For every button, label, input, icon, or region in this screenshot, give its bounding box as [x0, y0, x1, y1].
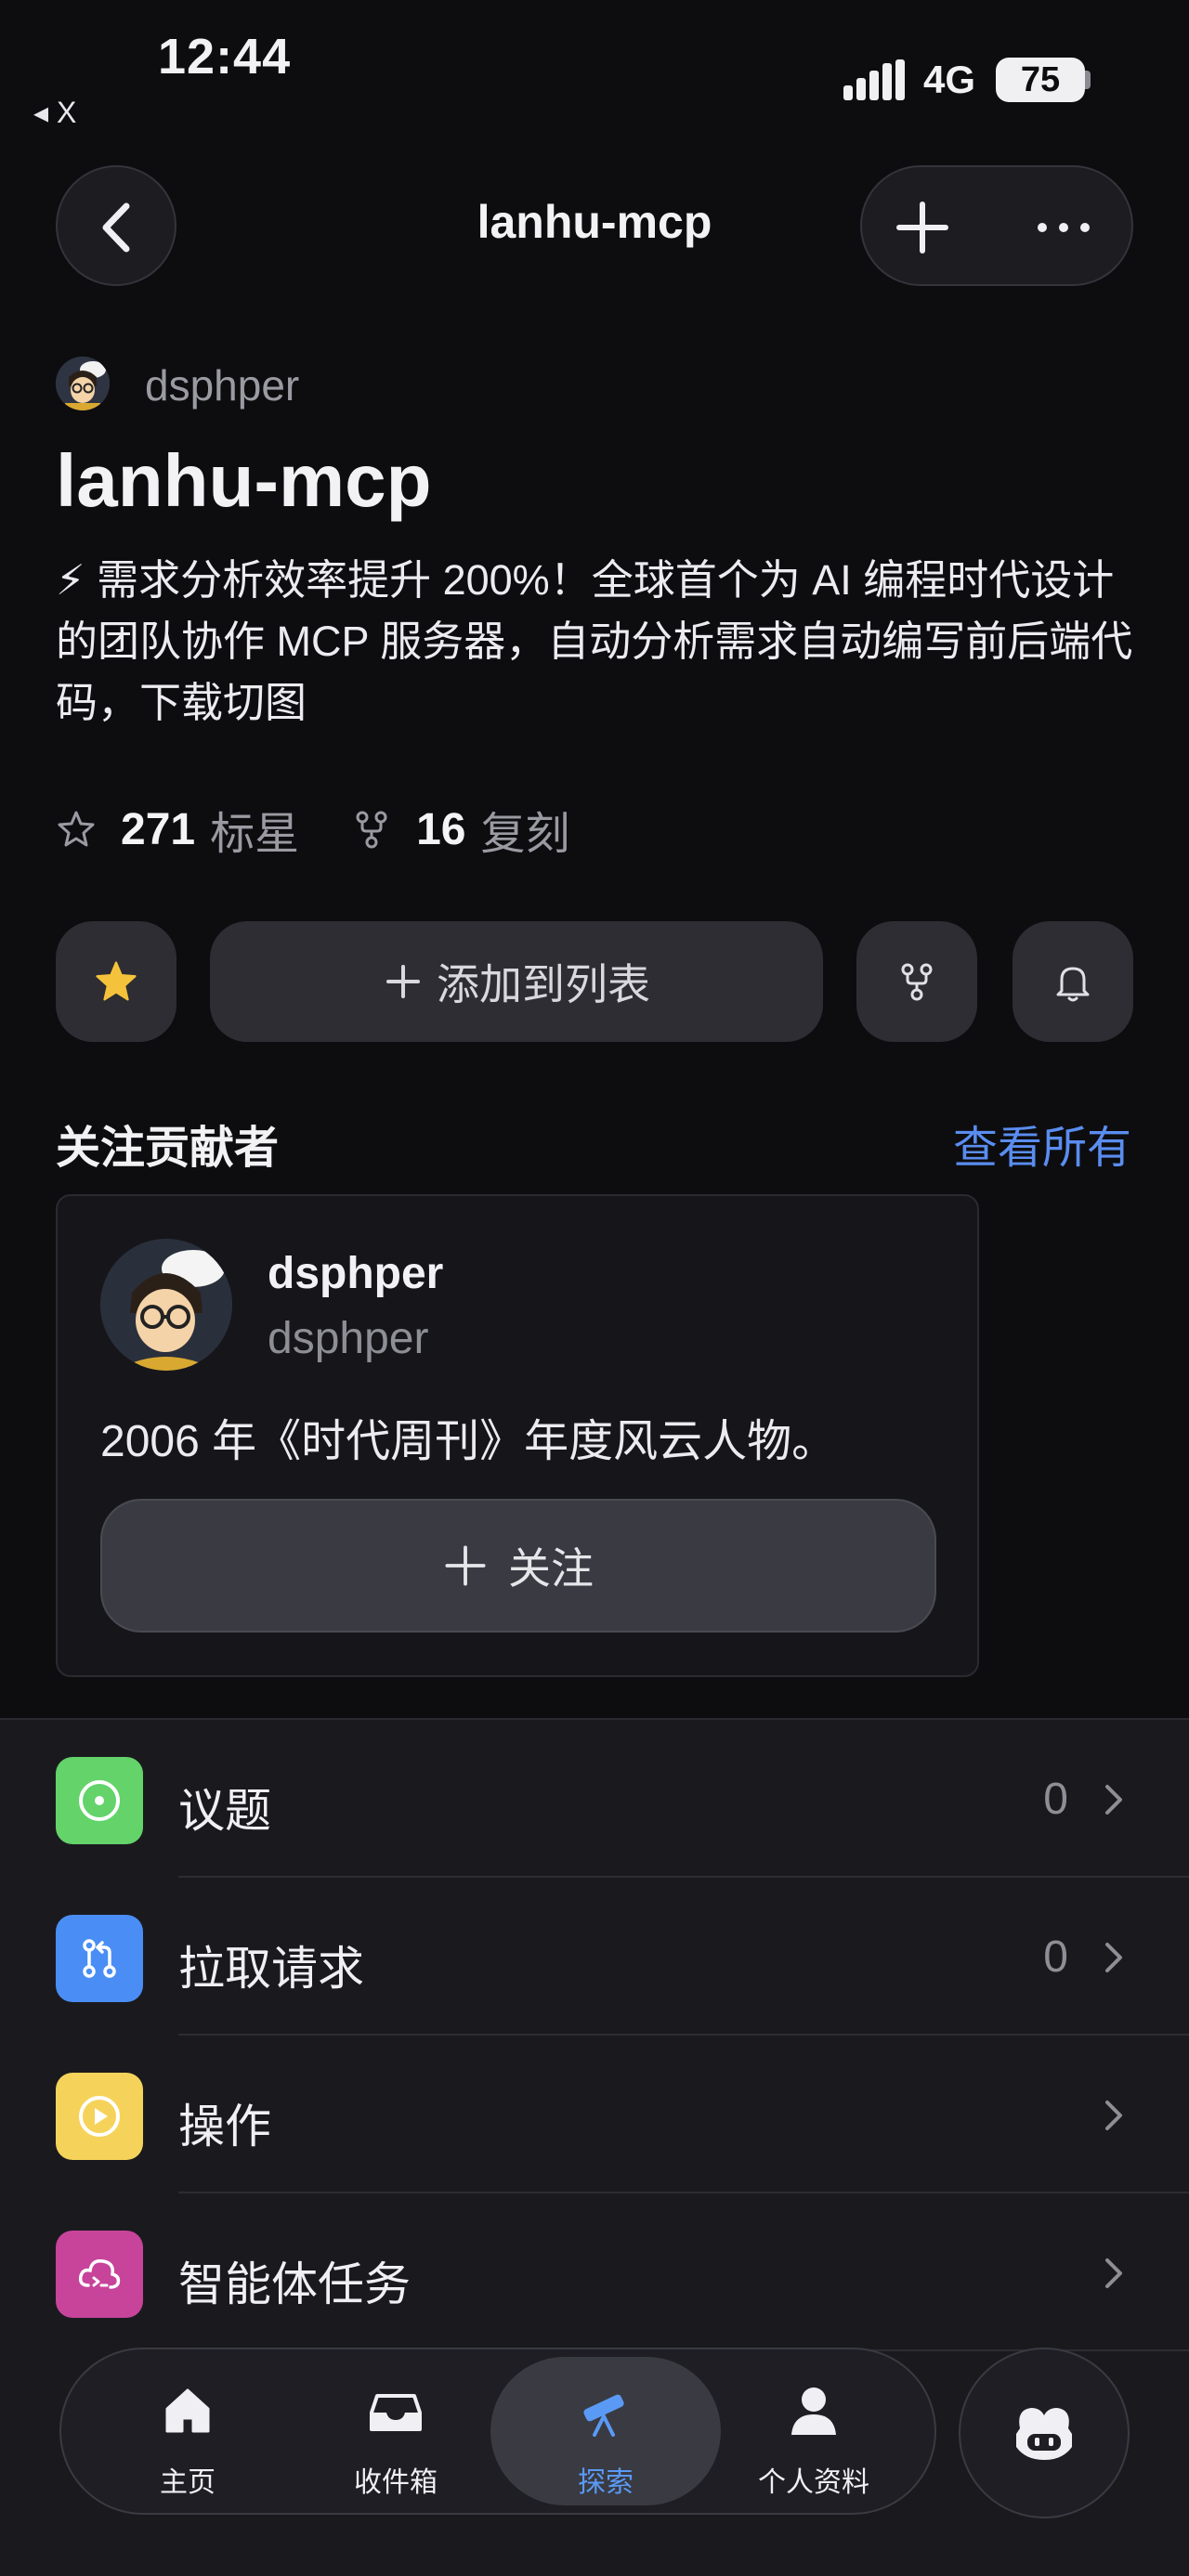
tab-label: 主页 [160, 2467, 216, 2498]
network-type: 4G [923, 58, 976, 101]
chevron-right-icon [1105, 1943, 1122, 1972]
contributor-handle: dsphper [268, 1314, 429, 1363]
copilot-icon [1016, 2408, 1072, 2460]
owner-avatar[interactable] [56, 357, 110, 410]
forks-label: 复刻 [480, 810, 570, 859]
tab-explore[interactable]: 探索 [490, 2357, 721, 2505]
profile-icon [791, 2387, 836, 2435]
tab-home[interactable]: 主页 [85, 2349, 290, 2513]
list-item-actions[interactable]: 操作 [0, 2036, 1189, 2193]
avatar-illustration [100, 1239, 232, 1371]
contributor-name[interactable]: dsphper [268, 1248, 443, 1299]
contributor-bio: 2006 年《时代周刊》年度风云人物。 [100, 1417, 837, 1466]
chevron-right-icon [1105, 2101, 1122, 2130]
watch-button[interactable] [1013, 921, 1133, 1042]
app-screen: { "status_bar": { "time": "12:44", "back… [0, 0, 1189, 2576]
list-item-count: 0 [1043, 1775, 1068, 1824]
agent-task-icon [56, 2231, 143, 2318]
star-outline-icon [58, 811, 95, 847]
copilot-button[interactable] [959, 2348, 1130, 2518]
tab-profile[interactable]: 个人资料 [712, 2349, 916, 2513]
plus-icon [386, 965, 420, 998]
stars-label: 标星 [210, 810, 300, 859]
list-item-pull-requests[interactable]: 拉取请求 0 [0, 1878, 1189, 2036]
battery-indicator: 75 [996, 58, 1085, 102]
add-to-list-label: 添加到列表 [437, 960, 650, 1008]
plus-icon [445, 1545, 486, 1586]
list-item-agent-tasks[interactable]: 智能体任务 [0, 2193, 1189, 2351]
forks-count[interactable]: 16 [416, 804, 465, 855]
stars-count[interactable]: 271 [121, 804, 195, 855]
fork-icon [901, 963, 933, 1001]
repo-description: ⚡ 需求分析效率提升 200%！全球首个为 AI 编程时代设计的团队协作 MCP… [56, 556, 1133, 726]
repo-stats: 271 标星 16 复刻 [56, 797, 570, 862]
contributor-avatar[interactable] [100, 1239, 232, 1371]
contributors-section-title: 关注贡献者 [56, 1124, 280, 1173]
star-button[interactable] [56, 921, 176, 1042]
pull-request-icon [56, 1915, 143, 2002]
list-item-count: 0 [1043, 1932, 1068, 1982]
tab-bar: 主页 收件箱 探索 个人资料 [59, 2348, 936, 2515]
battery-tip [1085, 71, 1091, 89]
repo-title: lanhu-mcp [56, 439, 432, 522]
add-to-list-button[interactable]: 添加到列表 [210, 921, 823, 1042]
back-to-app-link[interactable]: ◂ X [33, 95, 76, 130]
telescope-icon [583, 2394, 624, 2437]
fork-icon [356, 811, 387, 849]
tab-label: 收件箱 [354, 2467, 438, 2498]
issue-icon [56, 1757, 143, 1844]
home-icon [165, 2388, 210, 2433]
owner-name[interactable]: dsphper [145, 360, 299, 410]
tab-inbox[interactable]: 收件箱 [294, 2349, 498, 2513]
follow-button[interactable]: 关注 [100, 1499, 936, 1633]
chevron-right-icon [1105, 1785, 1122, 1815]
bell-icon [1056, 967, 1090, 1002]
tab-label: 探索 [578, 2467, 634, 2498]
inbox-icon [370, 2394, 422, 2431]
list-item-issues[interactable]: 议题 0 [0, 1720, 1189, 1878]
more-icon[interactable] [1031, 195, 1096, 260]
follow-label: 关注 [508, 1544, 594, 1593]
list-item-label: 议题 [178, 1785, 271, 1837]
avatar-illustration [56, 357, 110, 410]
cellular-signal-icon [843, 59, 905, 100]
tab-label: 个人资料 [758, 2467, 869, 2498]
see-all-link[interactable]: 查看所有 [953, 1111, 1131, 1176]
list-item-label: 操作 [178, 2101, 271, 2153]
status-time: 12:44 [158, 29, 292, 85]
chevron-right-icon [1105, 2258, 1122, 2288]
list-item-label: 拉取请求 [178, 1943, 364, 1995]
plus-icon[interactable] [890, 195, 955, 260]
list-item-label: 智能体任务 [178, 2258, 411, 2310]
contributor-card: dsphper dsphper 2006 年《时代周刊》年度风云人物。 关注 [56, 1194, 979, 1677]
nav-actions-group [860, 165, 1133, 286]
fork-button[interactable] [856, 921, 977, 1042]
star-filled-icon [96, 961, 137, 1001]
actions-play-icon [56, 2073, 143, 2160]
